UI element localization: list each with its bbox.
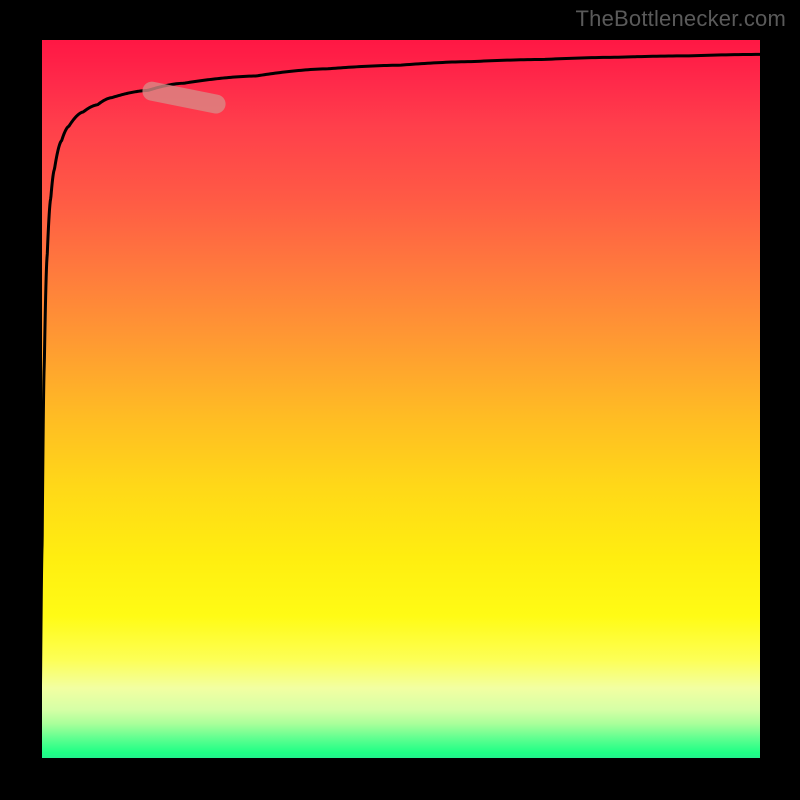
- plot-area: [40, 40, 760, 760]
- curve-marker: [141, 80, 228, 115]
- chart-stage: TheBottlenecker.com: [0, 0, 800, 800]
- curve-svg: [40, 40, 760, 760]
- watermark-label: TheBottlenecker.com: [576, 6, 786, 32]
- bottleneck-curve: [40, 54, 760, 760]
